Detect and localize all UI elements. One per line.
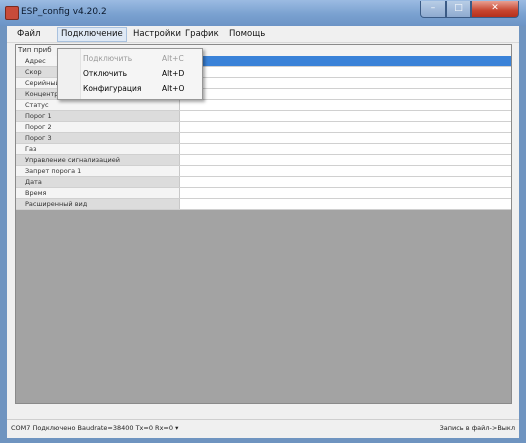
row-value[interactable] bbox=[180, 166, 511, 176]
row-label: Дата bbox=[16, 177, 180, 187]
row-value[interactable] bbox=[180, 111, 511, 121]
minimize-button[interactable]: – bbox=[420, 1, 446, 18]
row-label: Время bbox=[16, 188, 180, 198]
menu-item-configuration[interactable]: Конфигурация Alt+O bbox=[58, 81, 202, 96]
row-value[interactable] bbox=[180, 177, 511, 187]
menu-item-label: Отключить bbox=[83, 69, 128, 78]
row-label: Расширенный вид bbox=[16, 199, 180, 209]
row-label: Управление сигнализацией bbox=[16, 155, 180, 165]
app-icon bbox=[5, 6, 19, 20]
menu-item-disconnect[interactable]: Отключить Alt+D bbox=[58, 66, 202, 81]
grid-row[interactable]: Порог 3 bbox=[16, 133, 511, 144]
grid-row[interactable]: Запрет порога 1 bbox=[16, 166, 511, 177]
file-logging-status: Запись в файл->Выкл bbox=[439, 424, 515, 432]
row-value[interactable] bbox=[180, 100, 511, 110]
menu-item-shortcut: Alt+O bbox=[162, 84, 185, 93]
row-value[interactable] bbox=[180, 122, 511, 132]
grid-row[interactable]: Управление сигнализацией bbox=[16, 155, 511, 166]
row-value[interactable] bbox=[180, 144, 511, 154]
menu-settings[interactable]: Настройки bbox=[130, 28, 184, 40]
row-value[interactable] bbox=[180, 89, 511, 99]
row-label: Порог 2 bbox=[16, 122, 180, 132]
grid-row[interactable]: Время bbox=[16, 188, 511, 199]
grid-row[interactable]: Газ bbox=[16, 144, 511, 155]
row-value[interactable] bbox=[180, 155, 511, 165]
menu-item-shortcut: Alt+C bbox=[162, 54, 184, 63]
menu-help[interactable]: Помощь bbox=[226, 28, 268, 40]
row-value[interactable] bbox=[180, 78, 511, 88]
menu-item-label: Подключить bbox=[83, 54, 133, 63]
grid-row[interactable]: Порог 1 bbox=[16, 111, 511, 122]
row-label: Запрет порога 1 bbox=[16, 166, 180, 176]
row-value[interactable] bbox=[180, 67, 511, 77]
menu-file[interactable]: Файл bbox=[14, 28, 43, 40]
row-label: Газ bbox=[16, 144, 180, 154]
grid-header-label: Тип приб bbox=[18, 46, 52, 54]
row-label: Порог 1 bbox=[16, 111, 180, 121]
maximize-button[interactable]: □ bbox=[446, 1, 471, 18]
grid-row[interactable]: Расширенный вид bbox=[16, 199, 511, 210]
menu-chart[interactable]: График bbox=[182, 28, 222, 40]
status-bar: COM7 Подключено Baudrate=38400 Tx=0 Rx=0… bbox=[7, 419, 519, 438]
window-title: ESP_config v4.20.2 bbox=[21, 7, 107, 17]
grid-row[interactable]: Дата bbox=[16, 177, 511, 188]
row-label: Статус bbox=[16, 100, 180, 110]
connection-status[interactable]: COM7 Подключено Baudrate=38400 Tx=0 Rx=0… bbox=[11, 424, 178, 432]
grid-row[interactable]: Порог 2 bbox=[16, 122, 511, 133]
menu-item-shortcut: Alt+D bbox=[162, 69, 185, 78]
menu-item-connect[interactable]: Подключить Alt+C bbox=[58, 51, 202, 66]
connection-dropdown-menu: Подключить Alt+C Отключить Alt+D Конфигу… bbox=[57, 48, 203, 100]
row-value[interactable] bbox=[180, 133, 511, 143]
row-value[interactable] bbox=[180, 199, 511, 209]
menu-bar: Файл Подключение Настройки График Помощь bbox=[7, 26, 519, 43]
row-value[interactable] bbox=[180, 188, 511, 198]
row-label: Порог 3 bbox=[16, 133, 180, 143]
row-value[interactable] bbox=[180, 56, 511, 66]
grid-row[interactable]: Статус bbox=[16, 100, 511, 111]
menu-item-label: Конфигурация bbox=[83, 84, 142, 93]
title-bar[interactable]: ESP_config v4.20.2 – □ ✕ bbox=[0, 0, 526, 26]
close-button[interactable]: ✕ bbox=[471, 1, 519, 18]
app-window: ESP_config v4.20.2 – □ ✕ Файл Подключени… bbox=[0, 0, 526, 443]
menu-connection[interactable]: Подключение bbox=[57, 27, 127, 42]
